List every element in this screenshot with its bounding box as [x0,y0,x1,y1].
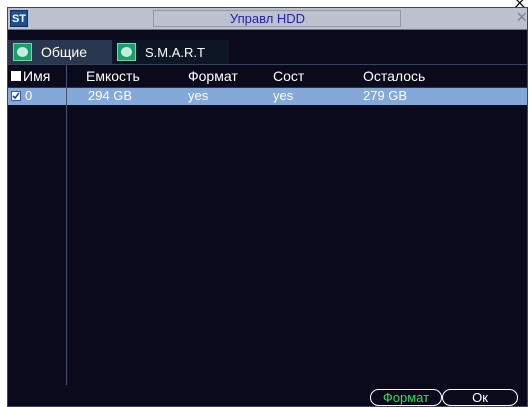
ok-button[interactable]: Ок [442,389,518,406]
hdd-management-dialog: ST Управл HDD × Общие S.M.A.R.T Имя Емко… [7,7,528,407]
select-all-checkbox[interactable] [11,71,21,81]
disk-icon [13,43,32,61]
cell-state: yes [273,88,294,103]
checkmark-icon [12,92,20,100]
col-capacity-header: Емкость [86,68,140,84]
table-header: Имя Емкость Формат Сост Осталось [8,65,527,88]
col-remaining-header: Осталось [363,68,426,84]
window-title: Управл HDD [229,11,306,26]
cell-format: yes [188,88,209,103]
table-row[interactable]: 0 294 GB yes yes 279 GB [8,88,527,105]
tab-general-label: Общие [41,44,88,60]
row-checkbox[interactable] [11,91,21,101]
tab-smart-label: S.M.A.R.T [145,44,205,60]
col-name-header: Имя [23,68,51,84]
cell-name: 0 [25,88,33,103]
close-icon[interactable]: × [516,7,527,27]
column-divider [66,65,67,385]
cell-capacity: 294 GB [88,88,133,103]
col-state-header: Сост [273,68,305,84]
tab-general[interactable]: Общие [8,40,112,64]
dialog-footer: Формат Ок [8,385,527,407]
tab-smart[interactable]: S.M.A.R.T [112,40,229,64]
hdd-table: Имя Емкость Формат Сост Осталось 0 294 G… [8,65,527,385]
title-bar: ST Управл HDD × [8,7,527,30]
cell-remaining: 279 GB [363,88,408,103]
tab-bar: Общие S.M.A.R.T [8,40,229,64]
disk-icon [117,43,136,61]
col-format-header: Формат [188,68,238,84]
format-button[interactable]: Формат [370,389,442,406]
